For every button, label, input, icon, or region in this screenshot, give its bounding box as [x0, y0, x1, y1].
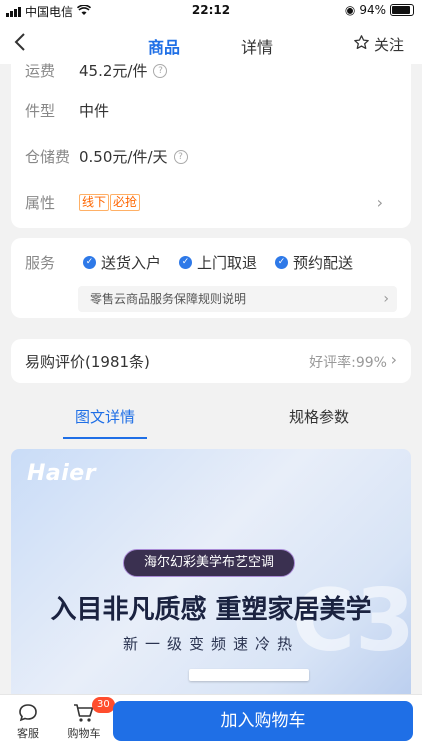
- star-icon: [353, 34, 370, 55]
- banner-pill: 海尔幻彩美学布艺空调: [123, 549, 296, 577]
- brand-logo: Haier: [27, 461, 97, 486]
- customer-service-label: 客服: [17, 727, 39, 740]
- attributes-label: 属性: [25, 194, 56, 212]
- product-info-card: 运费 45.2元/件 ? 件型 中件 仓储费 0.50元/件/天 ? 属性 线下…: [11, 56, 411, 228]
- storage-fee-label: 仓储费: [25, 148, 71, 166]
- cart-count-badge: 30: [92, 697, 115, 713]
- orientation-lock-icon: ◉: [344, 3, 356, 17]
- check-icon: ✓: [275, 256, 289, 269]
- reviews-title: 易购评价(1981条): [25, 353, 150, 371]
- size-type-row: 件型 中件: [25, 100, 397, 121]
- service-item: ✓ 送货入户: [83, 252, 161, 273]
- tab-detail[interactable]: 详情: [241, 34, 273, 58]
- add-to-cart-button[interactable]: 加入购物车: [113, 701, 413, 741]
- battery-percent: 94%: [359, 3, 386, 17]
- chevron-right-icon: ›: [376, 193, 383, 212]
- service-item-label: 送货入户: [101, 254, 162, 272]
- customer-service-button[interactable]: 客服: [6, 703, 50, 741]
- follow-button[interactable]: 关注: [353, 34, 404, 55]
- product-banner-image: Haier C3 海尔幻彩美学布艺空调 入目非凡质感 重塑家居美学 新一级变频速…: [11, 449, 411, 709]
- service-item: ✓ 预约配送: [275, 252, 353, 273]
- attribute-tag: 必抢: [110, 194, 141, 211]
- services-label: 服务: [25, 254, 56, 272]
- bottom-action-bar: 客服 30 购物车 加入购物车: [0, 694, 422, 751]
- storage-fee-value: 0.50元/件/天: [79, 148, 168, 166]
- banner-subtitle: 新一级变频速冷热: [122, 635, 299, 653]
- follow-label: 关注: [373, 36, 404, 54]
- attribute-tag: 线下: [79, 194, 110, 211]
- status-bar: 中国电信 22:12 ◉ 94%: [0, 0, 422, 22]
- chevron-right-icon: ›: [383, 291, 389, 307]
- attributes-row[interactable]: 属性 线下 必抢 ›: [25, 192, 397, 213]
- size-type-label: 件型: [25, 102, 56, 120]
- reviews-card[interactable]: 易购评价(1981条) 好评率:99% ›: [11, 339, 411, 383]
- banner-headline: 入目非凡质感 重塑家居美学: [50, 595, 372, 625]
- positive-rate: 好评率:99%: [309, 355, 387, 371]
- tab-product[interactable]: 商品: [148, 34, 180, 66]
- cart-button[interactable]: 30 购物车: [62, 697, 115, 741]
- service-item-label: 上门取退: [197, 254, 258, 272]
- help-icon[interactable]: ?: [173, 149, 188, 164]
- status-right: ◉ 94%: [345, 3, 414, 17]
- freight-row: 运费 45.2元/件 ?: [25, 60, 397, 81]
- service-guarantee-label: 零售云商品服务保障规则说明: [90, 292, 247, 306]
- air-conditioner-image: [189, 669, 309, 681]
- back-icon[interactable]: [14, 32, 34, 52]
- tab-graphic-detail[interactable]: 图文详情: [62, 406, 148, 439]
- service-guarantee-link[interactable]: 零售云商品服务保障规则说明 ›: [78, 286, 397, 312]
- help-icon[interactable]: ?: [153, 63, 168, 78]
- check-icon: ✓: [83, 256, 96, 269]
- freight-value: 45.2元/件: [79, 62, 148, 80]
- services-card: 服务 ✓ 送货入户 ✓ 上门取退 ✓ 预约配送 零售云商品服务保障规则说明 ›: [11, 238, 411, 318]
- service-item-label: 预约配送: [293, 254, 354, 272]
- check-icon: ✓: [179, 256, 193, 269]
- customer-service-icon: [17, 703, 39, 723]
- services-row: 服务 ✓ 送货入户 ✓ 上门取退 ✓ 预约配送: [25, 252, 397, 273]
- size-type-value: 中件: [79, 102, 110, 120]
- storage-fee-row: 仓储费 0.50元/件/天 ?: [25, 146, 397, 167]
- tab-specs[interactable]: 规格参数: [289, 406, 349, 427]
- detail-tabs: 图文详情 规格参数: [0, 394, 422, 439]
- service-item: ✓ 上门取退: [179, 252, 257, 273]
- chevron-right-icon: ›: [390, 350, 397, 369]
- cart-label: 购物车: [67, 727, 101, 740]
- freight-label: 运费: [25, 62, 56, 80]
- battery-icon: [390, 4, 414, 16]
